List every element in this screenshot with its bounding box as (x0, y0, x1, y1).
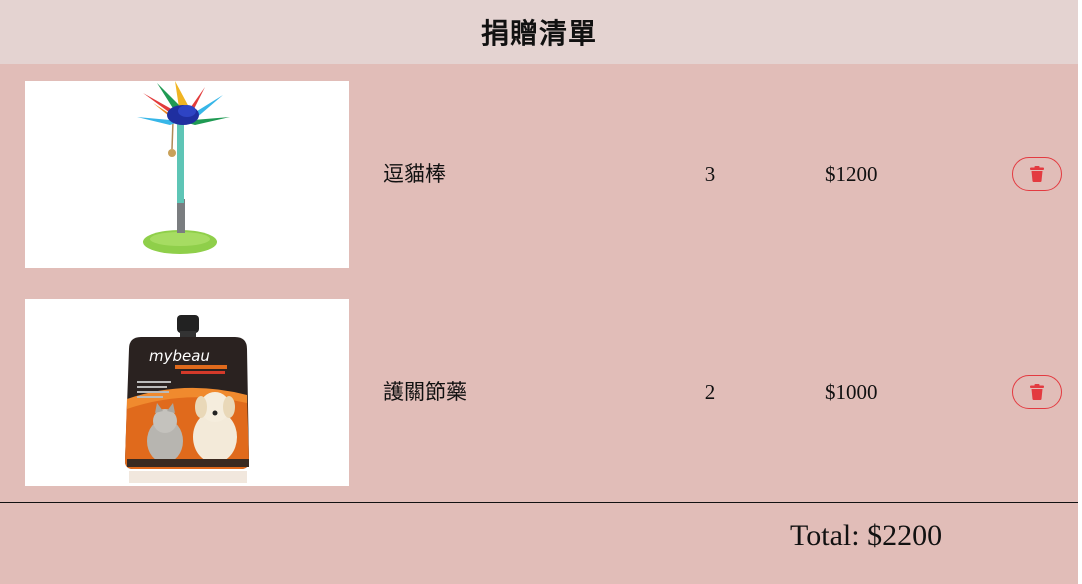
total-summary: Total: $2200 (790, 518, 942, 554)
donation-list-item: mybeau 護關節藥 2 $1000 (0, 299, 1078, 487)
trash-icon (1030, 384, 1044, 400)
delete-item-button[interactable] (1012, 375, 1062, 409)
trash-icon (1030, 166, 1044, 182)
item-price: $1200 (825, 162, 878, 186)
summary-divider (0, 502, 1078, 503)
page-edge (1078, 0, 1082, 584)
item-price: $1000 (825, 380, 878, 404)
item-quantity: 3 (704, 162, 716, 186)
total-label: Total: (790, 519, 860, 552)
page-title: 捐贈清單 (480, 17, 597, 50)
cat-teaser-wand-image (25, 81, 349, 268)
pet-joint-supplement-pouch-image: mybeau (25, 299, 349, 486)
delete-item-button[interactable] (1012, 157, 1062, 191)
donation-list-item: 逗貓棒 3 $1200 (0, 81, 1078, 269)
page-header: 捐贈清單 (0, 0, 1078, 64)
item-name: 逗貓棒 (383, 162, 446, 186)
total-value: $2200 (867, 519, 943, 552)
item-name: 護關節藥 (383, 380, 467, 404)
item-quantity: 2 (704, 380, 716, 404)
svg-text:mybeau: mybeau (149, 347, 210, 365)
